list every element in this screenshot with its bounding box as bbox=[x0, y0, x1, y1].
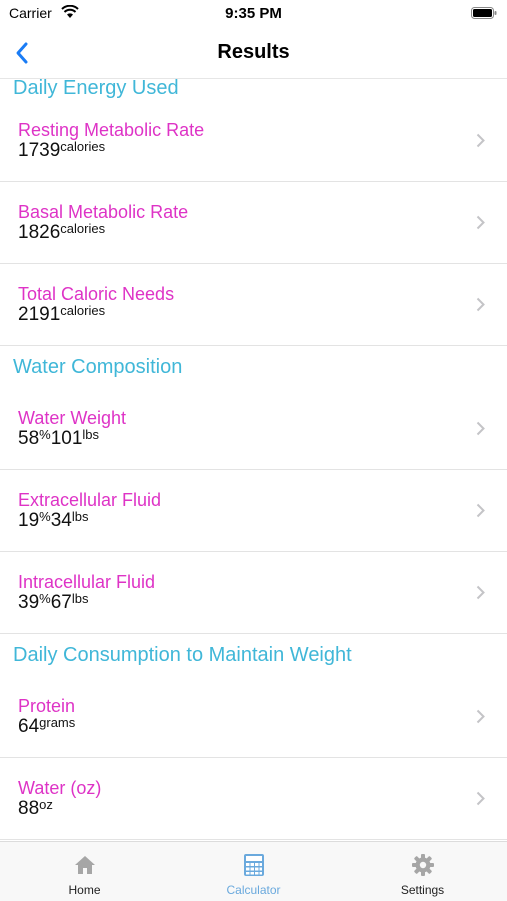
row-water-oz[interactable]: Water (oz) 88oz bbox=[0, 758, 507, 840]
row-value: 1739calories bbox=[18, 139, 106, 161]
row-basal-metabolic-rate[interactable]: Basal Metabolic Rate 1826calories bbox=[0, 182, 507, 264]
chevron-right-icon bbox=[476, 503, 485, 518]
row-protein[interactable]: Protein 64grams bbox=[0, 676, 507, 758]
unit-label: lbs bbox=[82, 427, 100, 442]
row-value: 2191calories bbox=[18, 303, 106, 325]
chevron-right-icon bbox=[476, 791, 485, 806]
unit-label: lbs bbox=[71, 591, 89, 606]
tab-bar: Home Calculator Settings bbox=[0, 841, 507, 901]
unit-label: calories bbox=[60, 221, 106, 236]
tab-home[interactable]: Home bbox=[0, 842, 169, 901]
unit-label: grams bbox=[39, 715, 76, 730]
row-value: 19%34lbs bbox=[18, 509, 89, 531]
row-label: Water Weight bbox=[18, 408, 127, 428]
row-extracellular-fluid[interactable]: Extracellular Fluid 19%34lbs bbox=[0, 470, 507, 552]
unit-label: lbs bbox=[71, 509, 89, 524]
chevron-right-icon bbox=[476, 709, 485, 724]
chevron-right-icon bbox=[476, 297, 485, 312]
row-label: Protein bbox=[18, 696, 76, 716]
unit-label: % bbox=[39, 509, 51, 524]
tab-label: Calculator bbox=[226, 883, 281, 897]
page-title: Results bbox=[217, 41, 290, 63]
row-label: Water (oz) bbox=[18, 778, 102, 798]
calculator-icon bbox=[243, 854, 264, 876]
unit-label: calories bbox=[60, 303, 106, 318]
battery-icon bbox=[471, 7, 497, 19]
chevron-right-icon bbox=[476, 585, 485, 600]
unit-label: oz bbox=[39, 797, 53, 812]
row-total-caloric-needs[interactable]: Total Caloric Needs 2191calories bbox=[0, 264, 507, 346]
status-bar: Carrier 9:35 PM bbox=[0, 0, 507, 28]
row-value: 1826calories bbox=[18, 221, 106, 243]
row-intracellular-fluid[interactable]: Intracellular Fluid 39%67lbs bbox=[0, 552, 507, 634]
row-resting-metabolic-rate[interactable]: Resting Metabolic Rate 1739calories bbox=[0, 100, 507, 182]
tab-settings[interactable]: Settings bbox=[338, 842, 507, 901]
section-header-daily-energy: Daily Energy Used bbox=[13, 79, 179, 99]
row-value: 88oz bbox=[18, 797, 53, 819]
section-header-water-composition: Water Composition bbox=[13, 355, 183, 378]
chevron-right-icon bbox=[476, 215, 485, 230]
status-time: 9:35 PM bbox=[225, 5, 282, 22]
navigation-bar: Results bbox=[0, 28, 507, 79]
row-label: Total Caloric Needs bbox=[18, 284, 175, 304]
row-water-weight[interactable]: Water Weight 58%101lbs bbox=[0, 388, 507, 470]
unit-label: calories bbox=[60, 139, 106, 154]
row-value: 39%67lbs bbox=[18, 591, 89, 613]
chevron-right-icon bbox=[476, 421, 485, 436]
results-list[interactable]: Daily Energy Used Resting Metabolic Rate… bbox=[0, 79, 507, 841]
tab-calculator[interactable]: Calculator bbox=[169, 842, 338, 901]
unit-label: % bbox=[39, 591, 51, 606]
row-value: 58%101lbs bbox=[18, 427, 100, 449]
row-label: Extracellular Fluid bbox=[18, 490, 162, 510]
tab-label: Settings bbox=[400, 883, 445, 897]
row-label: Resting Metabolic Rate bbox=[18, 120, 205, 140]
home-icon bbox=[74, 856, 95, 874]
row-label: Intracellular Fluid bbox=[18, 572, 156, 592]
section-header-daily-consumption: Daily Consumption to Maintain Weight bbox=[13, 643, 352, 666]
tab-label: Home bbox=[68, 883, 101, 897]
row-label: Basal Metabolic Rate bbox=[18, 202, 189, 222]
gear-icon bbox=[411, 854, 434, 876]
chevron-right-icon bbox=[476, 133, 485, 148]
unit-label: % bbox=[39, 427, 51, 442]
row-value: 64grams bbox=[18, 715, 76, 737]
